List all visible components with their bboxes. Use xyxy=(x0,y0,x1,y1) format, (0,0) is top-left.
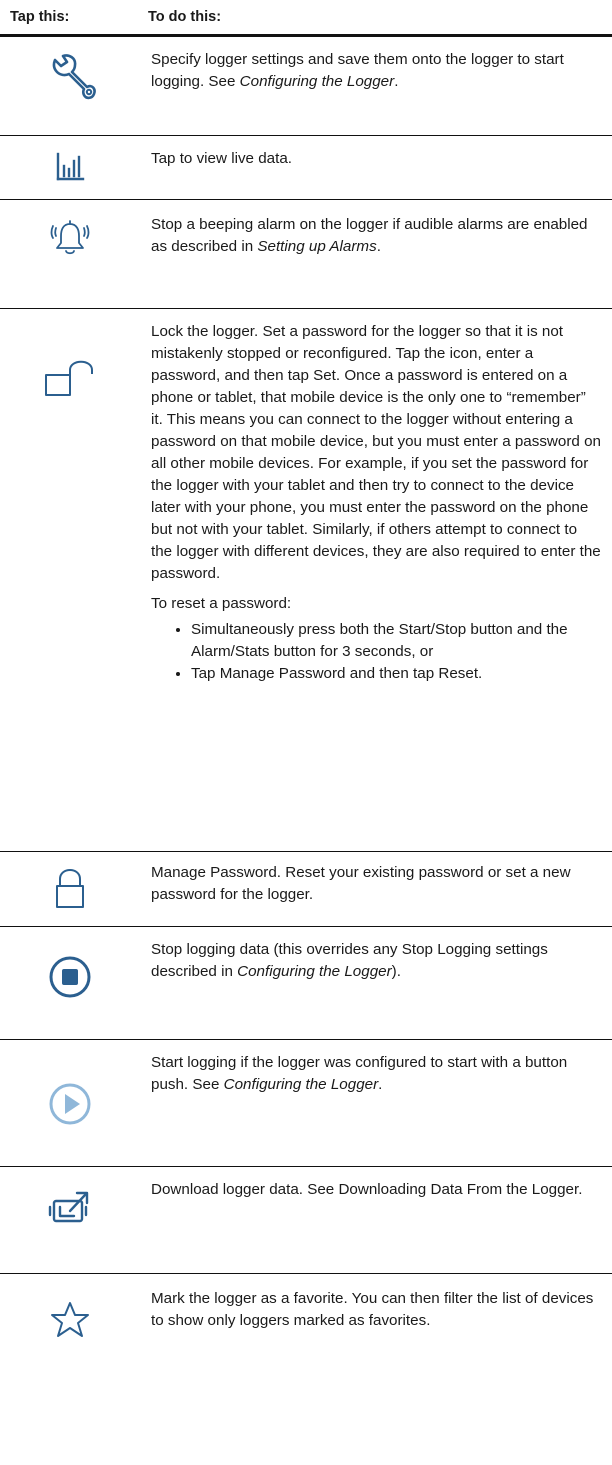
wrench-icon xyxy=(0,53,140,103)
description-favorite: Mark the logger as a favorite. You can t… xyxy=(151,1290,594,1329)
reset-step-1: Simultaneously press both the Start/Stop… xyxy=(191,619,601,663)
header-tap-this: Tap this: xyxy=(10,9,70,25)
star-icon xyxy=(0,1300,140,1340)
table-row-alarm: Stop a beeping alarm on the logger if au… xyxy=(0,200,612,309)
link-configuring-the-logger: Configuring the Logger xyxy=(239,73,395,90)
description-download: Download logger data. See Downloading Da… xyxy=(151,1181,583,1198)
description-alarm: Stop a beeping alarm on the logger if au… xyxy=(151,216,588,255)
table-row-configure: Specify logger settings and save them on… xyxy=(0,37,612,136)
bell-icon xyxy=(0,218,140,260)
bar-chart-icon xyxy=(0,152,140,182)
download-icon xyxy=(0,1187,140,1227)
header-to-do-this: To do this: xyxy=(148,9,222,25)
stop-button-icon xyxy=(0,955,140,999)
description-live-data: Tap to view live data. xyxy=(151,150,292,167)
reset-step-2: Tap Manage Password and then tap Reset. xyxy=(191,663,601,685)
description-start: Start logging if the logger was configur… xyxy=(151,1054,568,1093)
description-configure: Specify logger settings and save them on… xyxy=(151,51,564,90)
link-configuring-the-logger: Configuring the Logger xyxy=(237,963,392,980)
locked-padlock-icon xyxy=(0,866,140,910)
description-manage-password: Manage Password. Reset your existing pas… xyxy=(151,864,571,903)
reset-password-list: Simultaneously press both the Start/Stop… xyxy=(151,619,601,685)
table-row-manage-password: Manage Password. Reset your existing pas… xyxy=(0,852,612,927)
link-configuring-the-logger: Configuring the Logger xyxy=(223,1076,379,1093)
table-row-start: Start logging if the logger was configur… xyxy=(0,1040,612,1167)
table-row-stop: Stop logging data (this overrides any St… xyxy=(0,927,612,1040)
icon-reference-table: Tap this: To do this: Specify logger set… xyxy=(0,0,612,1465)
table-row-favorite: Mark the logger as a favorite. You can t… xyxy=(0,1274,612,1370)
unlocked-padlock-icon xyxy=(0,357,140,397)
table-row-live-data: Tap to view live data. xyxy=(0,136,612,200)
table-row-download: Download logger data. See Downloading Da… xyxy=(0,1167,612,1274)
reset-password-heading: To reset a password: xyxy=(151,595,292,612)
description-stop: Stop logging data (this overrides any St… xyxy=(151,941,548,980)
play-button-icon xyxy=(0,1082,140,1126)
description-lock: Lock the logger. Set a password for the … xyxy=(151,323,601,582)
table-row-lock: Lock the logger. Set a password for the … xyxy=(0,309,612,852)
table-header: Tap this: To do this: xyxy=(0,0,612,37)
link-setting-up-alarms: Setting up Alarms xyxy=(257,238,377,255)
